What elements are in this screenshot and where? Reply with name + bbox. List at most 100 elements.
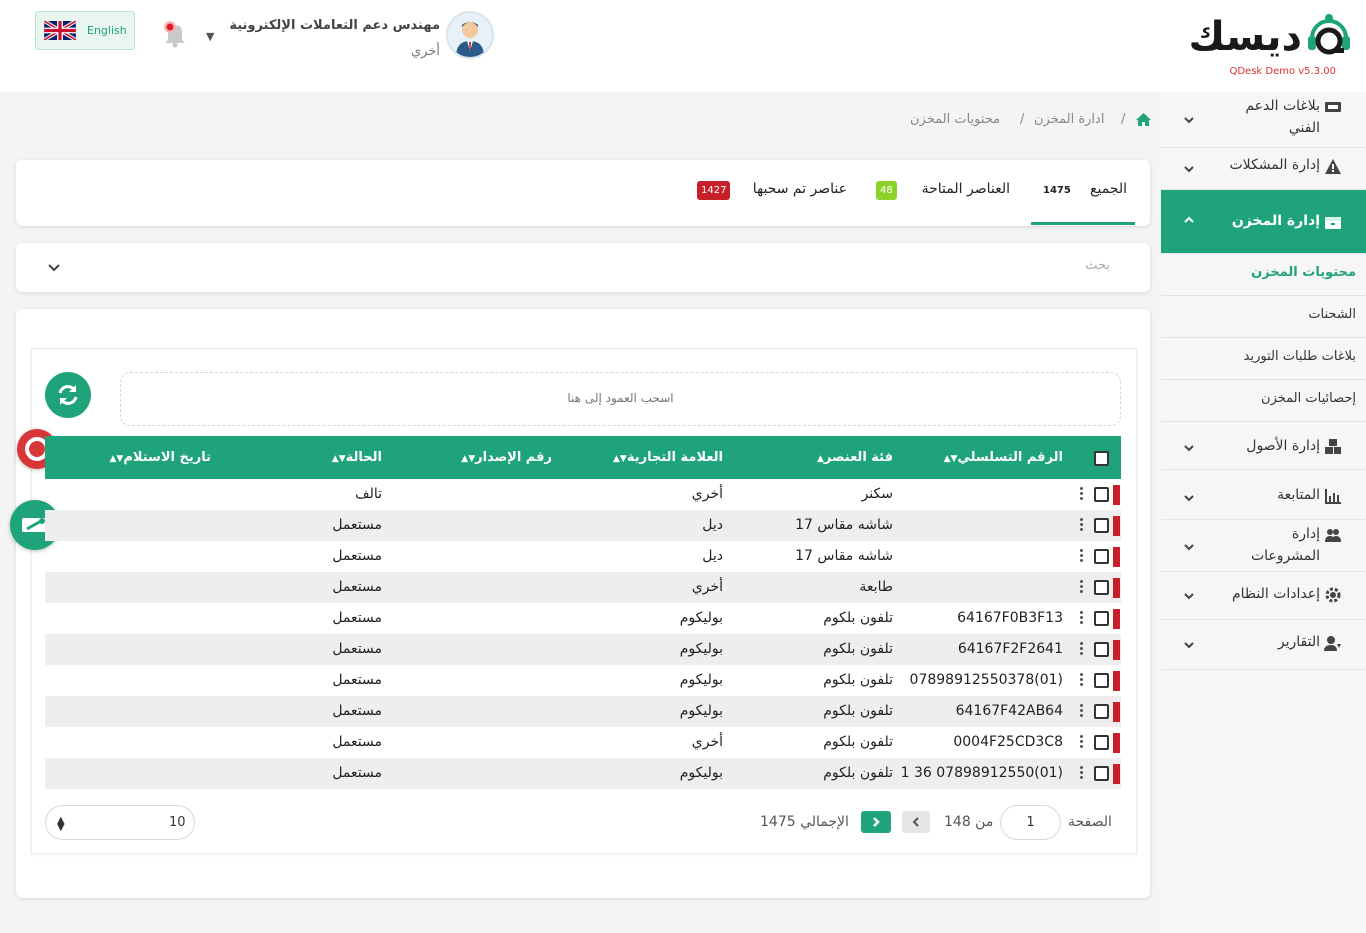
row-actions-kebab-icon[interactable] (1077, 702, 1085, 722)
sidebar-subitem-shipments[interactable]: الشحنات (1161, 296, 1366, 338)
row-checkbox[interactable] (1094, 487, 1109, 502)
column-header-version[interactable]: ▲▼رقم الإصدار (458, 450, 552, 465)
cell-category: طابعة (859, 579, 893, 595)
uk-flag-icon (44, 21, 76, 40)
tab-withdrawn[interactable]: عناصر تم سحبها 1427 (692, 160, 852, 226)
sidebar-item-system-settings[interactable]: إعدادات النظام (1161, 572, 1366, 620)
table-header: ▲▼الرقم التسلسلي ▲فئة العنصر ▲▼العلامة ا… (45, 436, 1121, 479)
sidebar-item-warehouse[interactable]: إدارة المخزن (1161, 190, 1366, 254)
user-avatar[interactable] (446, 11, 494, 59)
sidebar-item-label: المتابعة (1277, 487, 1320, 503)
table-row[interactable]: سكنر أخري تالف (45, 479, 1121, 510)
row-checkbox[interactable] (1094, 518, 1109, 533)
refresh-button[interactable] (45, 372, 91, 418)
row-actions-kebab-icon[interactable] (1077, 578, 1085, 598)
cell-brand: بوليكوم (679, 610, 723, 626)
row-checkbox[interactable] (1094, 735, 1109, 750)
chevron-down-icon (1184, 117, 1194, 124)
row-actions-kebab-icon[interactable] (1077, 547, 1085, 567)
breadcrumb-separator: / (1020, 112, 1025, 127)
cell-category: شاشه مقاس 17 (795, 548, 893, 564)
row-actions-kebab-icon[interactable] (1077, 516, 1085, 536)
row-actions-kebab-icon[interactable] (1077, 764, 1085, 784)
tab-withdrawn-label: عناصر تم سحبها (752, 181, 847, 197)
sidebar-item-reports[interactable]: التقارير (1161, 620, 1366, 670)
users-icon (1325, 529, 1341, 542)
table-row[interactable]: 0004F25CD3C8 تلفون بلكوم أخري مستعمل (45, 727, 1121, 758)
row-actions-kebab-icon[interactable] (1077, 671, 1085, 691)
sidebar-subitem-supply-requests[interactable]: بلاغات طلبات التوريد (1161, 338, 1366, 380)
sidebar-subitem-warehouse-contents[interactable]: محتويات المخزن (1161, 254, 1366, 296)
column-header-brand[interactable]: ▲▼العلامة التجارية (610, 450, 723, 465)
app-logo[interactable]: ديسك QDesk Demo v5.3.00 (1189, 10, 1352, 80)
row-status-indicator (1113, 578, 1120, 598)
column-header-serial[interactable]: ▲▼الرقم التسلسلي (941, 450, 1063, 465)
row-checkbox[interactable] (1094, 704, 1109, 719)
cell-serial: 1 36 07898912550(01) (900, 765, 1063, 781)
row-checkbox[interactable] (1094, 549, 1109, 564)
select-all-checkbox[interactable] (1094, 451, 1109, 466)
table-row[interactable]: 64167F42AB64 تلفون بلكوم بوليكوم مستعمل (45, 696, 1121, 727)
row-actions-kebab-icon[interactable] (1077, 485, 1085, 505)
sidebar-item-label: إدارة المشروعات (1250, 526, 1320, 564)
chevron-down-icon (1184, 166, 1194, 173)
cell-status: مستعمل (332, 548, 382, 564)
cell-status: مستعمل (332, 672, 382, 688)
cell-brand: أخري (691, 734, 723, 750)
column-header-status[interactable]: ▲▼الحالة (329, 450, 382, 465)
next-page-button[interactable] (861, 811, 891, 833)
status-tabs: الجميع 1475 العناصر المتاحة 48 عناصر تم … (16, 160, 1150, 226)
sidebar-item-problems[interactable]: إدارة المشكلات (1161, 148, 1366, 190)
sidebar-item-assets[interactable]: إدارة الأصول (1161, 422, 1366, 470)
row-checkbox[interactable] (1094, 766, 1109, 781)
group-by-dropzone[interactable]: اسحب العمود إلى هنا (120, 372, 1121, 426)
column-header-category[interactable]: ▲فئة العنصر (814, 450, 893, 465)
user-menu-caret-icon[interactable]: ▼ (206, 30, 218, 43)
row-status-indicator (1113, 640, 1120, 660)
chevron-down-icon (1184, 544, 1194, 551)
sidebar-item-monitoring[interactable]: المتابعة (1161, 470, 1366, 520)
column-header-receipt-date[interactable]: ▲▼تاريخ الاستلام (107, 450, 212, 465)
logo-wordmark: ديسك (1188, 14, 1303, 60)
cell-category: تلفون بلكوم (823, 672, 893, 688)
table-row[interactable]: شاشه مقاس 17 ديل مستعمل (45, 541, 1121, 572)
cell-category: سكنر (861, 486, 893, 502)
row-actions-kebab-icon[interactable] (1077, 733, 1085, 753)
row-checkbox[interactable] (1094, 673, 1109, 688)
sidebar-subitem-warehouse-stats[interactable]: إحصائيات المخزن (1161, 380, 1366, 422)
tab-all[interactable]: الجميع 1475 (1031, 160, 1135, 226)
tab-all-label: الجميع (1090, 181, 1127, 197)
chevron-right-icon (873, 817, 880, 827)
table-row[interactable]: 07898912550378(01) تلفون بلكوم بوليكوم مستع… (45, 665, 1121, 696)
search-panel[interactable]: بحث (16, 243, 1150, 292)
table-row[interactable]: 1 36 07898912550(01) تلفون بلكوم بوليكوم مس… (45, 758, 1121, 789)
table-row[interactable]: طابعة أخري مستعمل (45, 572, 1121, 603)
tab-available[interactable]: العناصر المتاحة 48 (866, 160, 1016, 226)
previous-page-button[interactable] (902, 811, 930, 833)
tab-all-count: 1475 (1043, 185, 1071, 196)
sidebar-item-support-tickets[interactable]: بلاغات الدعم الفني (1161, 92, 1366, 148)
notification-bell-icon[interactable] (158, 16, 192, 50)
home-icon[interactable] (1135, 112, 1152, 127)
chevron-down-icon[interactable] (48, 263, 60, 273)
row-actions-kebab-icon[interactable] (1077, 640, 1085, 660)
cell-serial: 0004F25CD3C8 (953, 734, 1063, 750)
page-size-select[interactable]: ▲ ▼ 10 (45, 805, 195, 840)
sidebar-item-label: إدارة الأصول (1246, 438, 1320, 454)
cell-category: تلفون بلكوم (823, 641, 893, 657)
table-row[interactable]: 64167F0B3F13 تلفون بلكوم بوليكوم مستعمل (45, 603, 1121, 634)
page-number-input[interactable]: 1 (1000, 805, 1061, 840)
chevron-up-icon (1184, 216, 1194, 223)
language-switch-button[interactable]: English (35, 11, 135, 50)
row-checkbox[interactable] (1094, 580, 1109, 595)
cell-serial: 64167F0B3F13 (957, 610, 1063, 626)
row-checkbox[interactable] (1094, 611, 1109, 626)
row-checkbox[interactable] (1094, 642, 1109, 657)
tab-available-count: 48 (876, 181, 897, 200)
row-actions-kebab-icon[interactable] (1077, 609, 1085, 629)
table-row[interactable]: شاشه مقاس 17 ديل مستعمل (45, 510, 1121, 541)
sidebar-item-projects[interactable]: إدارة المشروعات (1161, 520, 1366, 572)
breadcrumb-warehouse-management[interactable]: ادارة المخزن (1034, 112, 1104, 127)
table-row[interactable]: 64167F2F2641 تلفون بلكوم بوليكوم مستعمل (45, 634, 1121, 665)
cell-brand: بوليكوم (679, 672, 723, 688)
